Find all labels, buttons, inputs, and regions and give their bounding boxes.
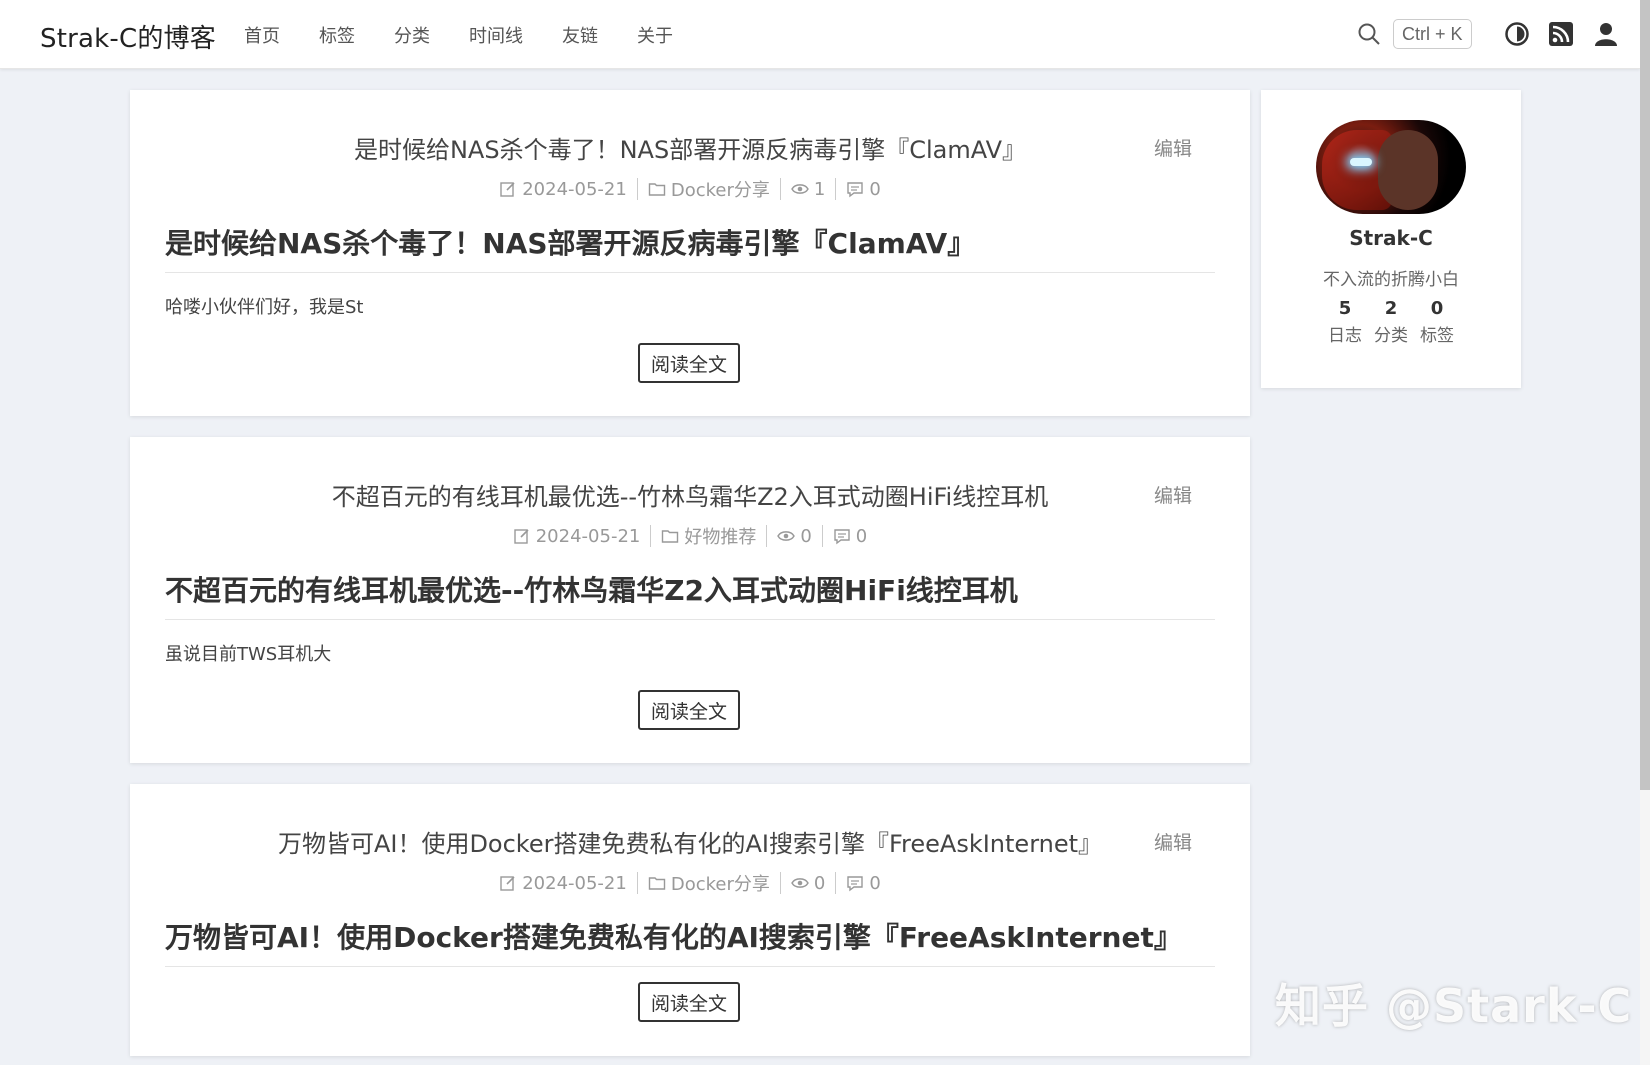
user-icon[interactable] <box>1593 21 1619 47</box>
read-more-button[interactable]: 阅读全文 <box>638 343 740 383</box>
edit-link[interactable]: 编辑 <box>1154 134 1192 161</box>
post-meta: 2024-05-21 Docker分享 0 0 <box>130 870 1250 896</box>
post-title[interactable]: 不超百元的有线耳机最优选--竹林鸟霜华Z2入耳式动圈HiFi线控耳机 <box>130 477 1250 512</box>
post-views: 0 <box>813 872 826 894</box>
post-heading: 不超百元的有线耳机最优选--竹林鸟霜华Z2入耳式动圈HiFi线控耳机 <box>165 569 1215 620</box>
folder-icon <box>648 877 666 890</box>
edit-link[interactable]: 编辑 <box>1154 828 1192 855</box>
folder-icon <box>648 183 666 196</box>
edit-date-icon <box>500 876 515 891</box>
post-title[interactable]: 是时候给NAS杀个毒了！NAS部署开源反病毒引擎『ClamAV』 <box>130 130 1250 165</box>
stat-value: 2 <box>1384 298 1398 319</box>
post-category[interactable]: 好物推荐 <box>684 523 756 549</box>
comment-icon <box>834 529 850 545</box>
post-excerpt: 虽说目前TWS耳机大 <box>165 644 332 665</box>
stat-value: 5 <box>1338 298 1352 319</box>
post-views: 1 <box>813 178 826 200</box>
nav-home[interactable]: 首页 <box>244 22 280 48</box>
stat-value: 0 <box>1430 298 1444 319</box>
avatar[interactable] <box>1316 120 1466 214</box>
post-card: 万物皆可AI！使用Docker搭建免费私有化的AI搜索引擎『FreeAskInt… <box>130 784 1250 1056</box>
edit-link[interactable]: 编辑 <box>1154 481 1192 508</box>
post-category[interactable]: Docker分享 <box>671 176 770 202</box>
nav-tags[interactable]: 标签 <box>319 22 355 48</box>
profile-stats: 5 日志 2 分类 0 标签 <box>1261 298 1521 346</box>
post-date: 2024-05-21 <box>522 872 627 894</box>
profile-subtitle: 不入流的折腾小白 <box>1323 270 1459 290</box>
post-excerpt: 哈喽小伙伴们好，我是St <box>165 297 364 318</box>
stat-label: 标签 <box>1420 326 1454 346</box>
stat-tags[interactable]: 0 标签 <box>1418 298 1456 346</box>
post-comments: 0 <box>869 872 881 894</box>
search-icon[interactable] <box>1357 22 1381 46</box>
folder-icon <box>662 530 679 543</box>
edit-date-icon <box>500 182 515 197</box>
nav-friend-links[interactable]: 友链 <box>562 22 598 48</box>
eye-icon <box>791 184 809 194</box>
stat-posts[interactable]: 5 日志 <box>1326 298 1364 346</box>
top-header: Strak-C的博客 首页 标签 分类 时间线 友链 关于 Ctrl + K <box>0 0 1640 69</box>
read-more-button[interactable]: 阅读全文 <box>638 982 740 1022</box>
comment-icon <box>847 876 864 892</box>
post-heading: 是时候给NAS杀个毒了！NAS部署开源反病毒引擎『ClamAV』 <box>165 222 1215 273</box>
nav-categories[interactable]: 分类 <box>394 22 430 48</box>
post-meta: 2024-05-21 好物推荐 0 0 <box>130 523 1250 549</box>
profile-card: Strak-C 不入流的折腾小白 5 日志 2 分类 0 标签 <box>1261 90 1521 388</box>
post-comments: 0 <box>855 525 868 547</box>
comment-icon <box>847 182 864 198</box>
rss-icon[interactable] <box>1548 21 1574 47</box>
watermark: 知乎 @Stark-C <box>1275 979 1633 1033</box>
nav-timeline[interactable]: 时间线 <box>469 22 523 48</box>
edit-date-icon <box>514 529 529 544</box>
post-comments: 0 <box>869 178 881 200</box>
post-category[interactable]: Docker分享 <box>671 870 770 896</box>
post-title[interactable]: 万物皆可AI！使用Docker搭建免费私有化的AI搜索引擎『FreeAskInt… <box>130 824 1250 859</box>
stat-categories[interactable]: 2 分类 <box>1372 298 1410 346</box>
stat-label: 分类 <box>1374 326 1408 346</box>
post-card: 不超百元的有线耳机最优选--竹林鸟霜华Z2入耳式动圈HiFi线控耳机 编辑 20… <box>130 437 1250 763</box>
nav-about[interactable]: 关于 <box>637 22 673 48</box>
post-views: 0 <box>800 525 812 547</box>
read-more-button[interactable]: 阅读全文 <box>638 690 740 730</box>
profile-name: Strak-C <box>1349 226 1433 250</box>
eye-icon <box>791 878 809 888</box>
scrollbar-thumb[interactable] <box>1640 0 1650 790</box>
site-brand[interactable]: Strak-C的博客 <box>40 18 216 55</box>
main-nav: 首页 标签 分类 时间线 友链 关于 <box>244 22 712 48</box>
eye-icon <box>777 531 796 541</box>
post-heading: 万物皆可AI！使用Docker搭建免费私有化的AI搜索引擎『FreeAskInt… <box>165 916 1215 967</box>
post-card: 是时候给NAS杀个毒了！NAS部署开源反病毒引擎『ClamAV』 编辑 2024… <box>130 90 1250 416</box>
stat-label: 日志 <box>1328 326 1362 346</box>
post-date: 2024-05-21 <box>535 525 641 547</box>
theme-toggle-icon[interactable] <box>1504 21 1530 47</box>
post-meta: 2024-05-21 Docker分享 1 0 <box>130 176 1250 202</box>
post-date: 2024-05-21 <box>522 178 627 200</box>
search-shortcut-hint[interactable]: Ctrl + K <box>1393 19 1472 49</box>
